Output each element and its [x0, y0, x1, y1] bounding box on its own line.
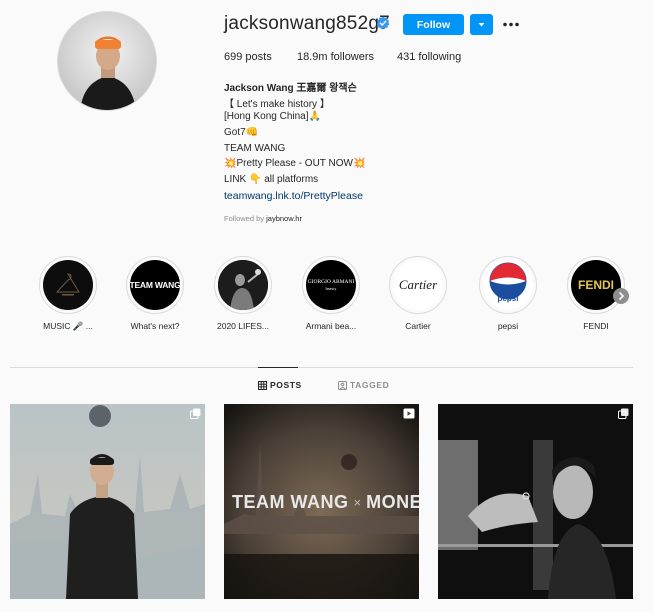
post-tile[interactable]	[438, 404, 633, 599]
post-video-title: TEAM WANG × MONET	[232, 492, 419, 513]
caret-down-icon	[478, 23, 485, 27]
hanger-icon	[55, 273, 80, 296]
highlight-2020-lifestyle[interactable]	[214, 256, 272, 314]
avatar-photo	[58, 12, 156, 110]
bio-line: [Hong Kong China]🙏	[224, 111, 321, 122]
highlight-fendi[interactable]: FENDI	[567, 256, 625, 314]
highlight-cover-text: GIORGIO ARMANI	[307, 279, 355, 285]
highlight-label: 2020 LIFES...	[217, 321, 269, 331]
highlight-whats-next[interactable]: TEAM WANG	[126, 256, 184, 314]
tab-tagged-label: TAGGED	[350, 380, 390, 390]
followers-count-link[interactable]: 18.9m followers	[297, 51, 374, 63]
grid-icon	[258, 380, 267, 390]
highlight-cover-text: pepsi	[497, 294, 519, 303]
highlight-cover-subtext: beauty	[325, 286, 337, 291]
post-overlay-separator: ×	[353, 495, 362, 510]
post-overlay-text: MONET	[366, 492, 419, 512]
tag-icon	[338, 380, 347, 390]
followed-by-username[interactable]: jaybnow.hr	[266, 214, 302, 223]
post-tile[interactable]	[10, 404, 205, 599]
verified-badge-icon	[376, 16, 390, 30]
post-tile[interactable]: TEAM WANG × MONET	[224, 404, 419, 599]
carousel-icon	[618, 408, 629, 419]
profile-avatar[interactable]	[57, 11, 157, 111]
bio-line: 【 Let's make history 】	[224, 99, 330, 110]
highlight-cartier[interactable]: Cartier	[389, 256, 447, 314]
followed-by-text[interactable]: Followed by jaybnow.hr	[224, 214, 302, 223]
highlight-cover: TEAM WANG	[130, 260, 180, 310]
tab-tagged[interactable]: TAGGED	[338, 380, 389, 390]
post-image	[10, 404, 205, 599]
following-count-link[interactable]: 431 following	[397, 51, 461, 63]
bio-line: 💥Pretty Please - OUT NOW💥	[224, 158, 366, 169]
profile-full-name: Jackson Wang 王嘉爾 왕잭슨	[224, 83, 357, 94]
suggested-accounts-dropdown-button[interactable]	[470, 14, 493, 35]
highlight-cover: GIORGIO ARMANI beauty	[306, 260, 356, 310]
bio-line: Got7👊	[224, 127, 259, 138]
bio-line: TEAM WANG	[224, 143, 286, 154]
highlight-cover: Cartier	[393, 260, 443, 310]
chevron-right-icon	[618, 291, 625, 301]
post-overlay-text: TEAM WANG	[232, 492, 349, 512]
highlights-next-button[interactable]	[613, 288, 629, 304]
highlight-label: pepsi	[497, 321, 519, 331]
highlight-pepsi[interactable]: pepsi	[479, 256, 537, 314]
bio-line: LINK 👇 all platforms	[224, 174, 319, 185]
ellipsis-icon	[503, 22, 519, 27]
highlight-label: Cartier	[405, 321, 431, 331]
bio-external-link[interactable]: teamwang.lnk.to/PrettyPlease	[224, 190, 363, 202]
highlight-label: What's next?	[130, 321, 180, 331]
highlight-cover	[218, 260, 268, 310]
tab-posts-label: POSTS	[270, 380, 302, 390]
highlight-label: MUSIC 🎤 ...	[43, 321, 93, 331]
more-options-button[interactable]	[500, 14, 522, 35]
performer-photo	[218, 260, 268, 310]
post-image	[438, 404, 633, 599]
active-tab-indicator	[258, 367, 298, 368]
highlight-label: Armani bea...	[305, 321, 357, 331]
highlight-cover: pepsi	[483, 260, 533, 310]
tabs-divider	[10, 367, 633, 368]
followed-by-prefix: Followed by	[224, 214, 267, 223]
highlight-cover-text: FENDI	[578, 278, 614, 292]
highlight-label: FENDI	[583, 321, 609, 331]
carousel-icon	[190, 408, 201, 419]
tab-posts[interactable]: POSTS	[258, 380, 302, 390]
highlight-cover-text: Cartier	[398, 277, 438, 292]
highlight-cover-text: TEAM WANG	[130, 280, 180, 290]
video-icon	[403, 408, 415, 419]
follow-button[interactable]: Follow	[403, 14, 464, 35]
highlight-cover	[43, 260, 93, 310]
profile-username: jacksonwang852g7	[224, 13, 390, 34]
highlight-music[interactable]	[39, 256, 97, 314]
highlight-armani-beauty[interactable]: GIORGIO ARMANI beauty	[302, 256, 360, 314]
posts-count: 699 posts	[224, 51, 272, 63]
